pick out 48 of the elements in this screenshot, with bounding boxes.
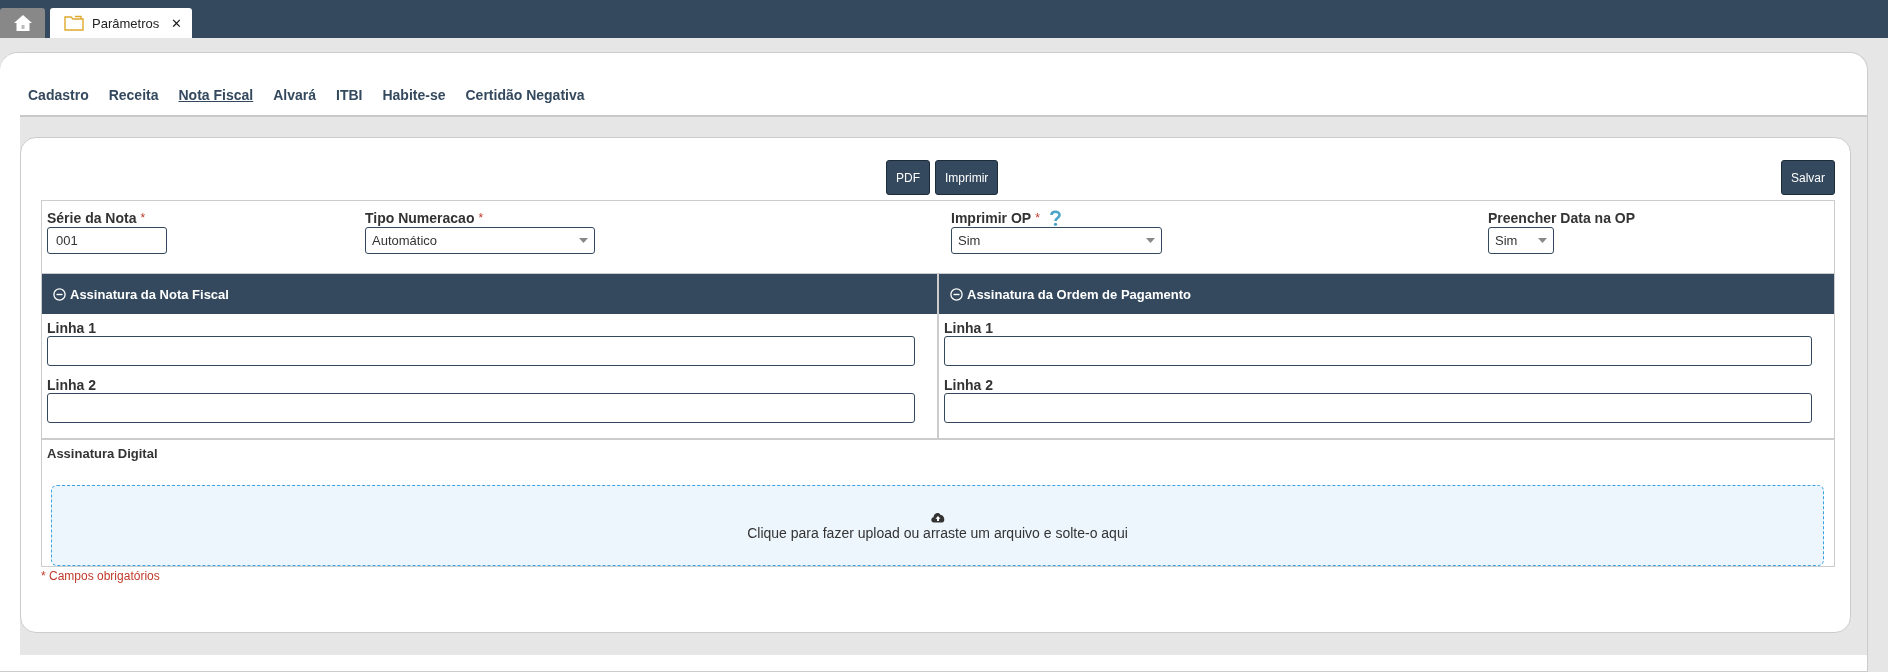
text-input[interactable] <box>944 393 1812 423</box>
folder-icon <box>64 15 84 31</box>
help-icon[interactable] <box>1049 210 1061 226</box>
field-label: Imprimir OP <box>951 210 1032 226</box>
tab-label: Parâmetros <box>92 15 160 31</box>
field-label: Linha 2 <box>944 377 994 393</box>
required-asterisk: * <box>1035 211 1040 225</box>
caret-icon <box>1146 238 1155 243</box>
save-button[interactable]: Salvar <box>1781 160 1835 195</box>
nav-tab[interactable]: Certidão Negativa <box>465 87 585 103</box>
pdf-button[interactable]: PDF <box>886 160 930 195</box>
collapse-icon[interactable] <box>950 287 963 301</box>
nav-tab[interactable]: Habite-se <box>382 87 446 103</box>
nav-tab[interactable]: Cadastro <box>28 87 89 103</box>
collapse-icon[interactable] <box>53 287 66 301</box>
close-icon[interactable]: ✕ <box>171 15 183 31</box>
text-input[interactable] <box>47 393 915 423</box>
serie-input[interactable]: 001 <box>47 227 167 254</box>
text-input[interactable] <box>944 336 1812 366</box>
upload-dropzone[interactable]: Clique para fazer upload ou arraste um arquivo e solte-o aqui <box>51 485 1824 566</box>
field-label: Série da Nota <box>47 210 137 226</box>
caret-icon <box>1538 238 1547 243</box>
select-field[interactable]: Automático <box>365 227 595 254</box>
nav-tab[interactable]: Alvará <box>273 87 316 103</box>
required-asterisk: * <box>140 211 146 225</box>
field-label: Linha 1 <box>944 320 994 336</box>
nav-tab[interactable]: Receita <box>108 87 159 103</box>
required-note: * Campos obrigatórios <box>41 569 161 583</box>
parametros-tab[interactable]: Parâmetros ✕ <box>50 8 193 38</box>
caret-icon <box>579 238 588 243</box>
dropzone-text: Clique para fazer upload ou arraste um arquivo e solte-o aqui <box>747 524 1128 541</box>
section-label: Assinatura Digital <box>47 446 159 461</box>
required-asterisk: * <box>478 211 484 225</box>
panel-header[interactable]: Assinatura da Nota Fiscal <box>42 274 937 314</box>
text-input[interactable] <box>47 336 915 366</box>
print-button[interactable]: Imprimir <box>935 160 999 195</box>
home-icon <box>12 14 33 32</box>
select-field[interactable]: Sim <box>951 227 1162 254</box>
field-label: Tipo Numeracao <box>365 210 475 226</box>
nav-tab[interactable]: Nota Fiscal <box>178 87 254 103</box>
field-label: Preencher Data na OP <box>1488 210 1636 226</box>
field-label: Linha 2 <box>47 377 97 393</box>
cloud-upload-icon <box>929 510 946 523</box>
field-label: Linha 1 <box>47 320 97 336</box>
nav-tab[interactable]: ITBI <box>336 87 363 103</box>
home-tab[interactable] <box>0 8 45 38</box>
panel-header[interactable]: Assinatura da Ordem de Pagamento <box>939 274 1834 314</box>
select-field[interactable]: Sim <box>1488 227 1554 254</box>
